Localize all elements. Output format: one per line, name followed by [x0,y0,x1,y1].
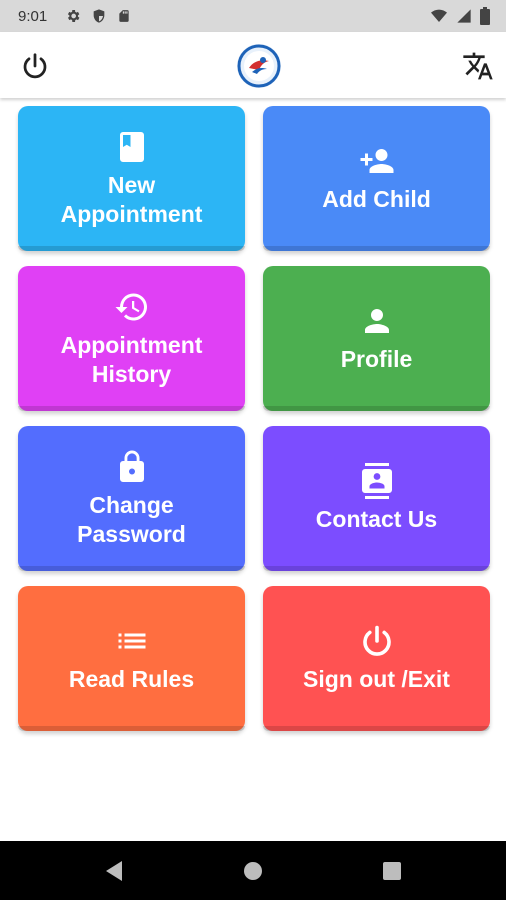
status-bar: 9:01 [0,0,506,32]
status-left: 9:01 [18,8,131,25]
shield-icon [93,9,105,23]
nav-bar [0,841,506,900]
tile-label: Change Password [77,491,186,547]
back-button[interactable] [102,859,126,883]
history-icon [115,293,147,320]
sign-out-button[interactable]: Sign out /Exit [263,586,490,731]
change-password-button[interactable]: Change Password [18,426,245,571]
recents-icon [383,861,401,880]
recents-button[interactable] [380,859,404,883]
profile-button[interactable]: Profile [263,266,490,411]
app-bar [0,32,506,98]
appointment-history-button[interactable]: Appointment History [18,266,245,411]
wifi-icon [431,9,447,22]
new-appointment-button[interactable]: New Appointment [18,106,245,251]
tile-label: Appointment History [60,331,203,387]
read-rules-button[interactable]: Read Rules [18,586,245,731]
translate-icon[interactable] [462,50,494,82]
home-icon [244,861,262,880]
home-button[interactable] [241,859,265,883]
person-icon [364,309,389,333]
status-time: 9:01 [18,7,48,25]
contact-us-button[interactable]: Contact Us [263,426,490,571]
add-child-button[interactable]: Add Child [263,106,490,251]
lock-icon [119,450,144,482]
list-icon [118,633,145,649]
cell-signal-icon [457,9,471,23]
settings-icon [68,10,80,22]
person-add-icon [360,149,393,173]
battery-icon [480,7,490,25]
tile-label: Add Child [322,186,431,212]
tile-label: Profile [340,346,413,372]
status-right [430,7,490,25]
tile-label: New Appointment [60,171,203,227]
back-icon [106,860,122,881]
power-icon[interactable] [20,51,50,81]
sd-card-icon [119,10,129,22]
contact-icon [361,463,392,499]
power-icon [362,625,391,656]
tile-label: Read Rules [68,666,195,692]
tile-label: Contact Us [315,506,438,532]
app-logo [237,44,281,88]
book-icon [119,131,144,162]
tile-label: Sign out /Exit [303,666,450,692]
menu-grid: New Appointment Add Child Appointment Hi… [18,106,490,731]
